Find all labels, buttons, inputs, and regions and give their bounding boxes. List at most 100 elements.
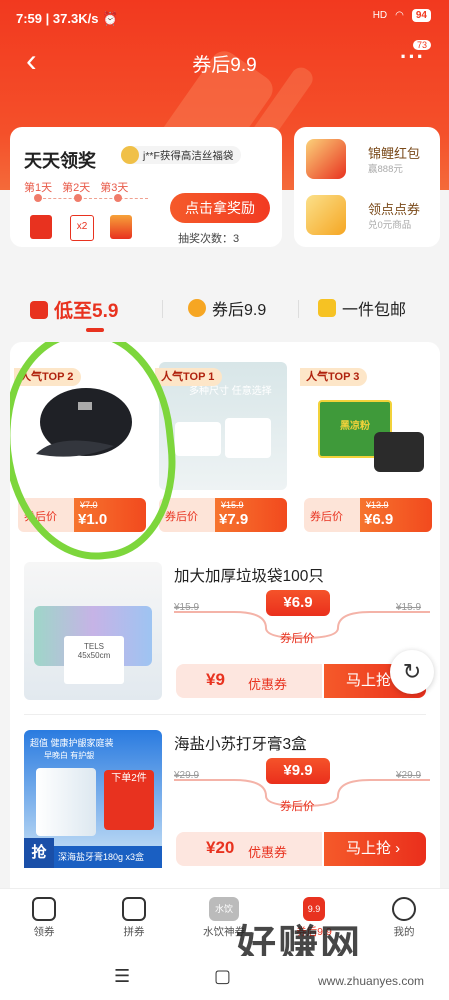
tissue-pack — [175, 422, 221, 456]
progress-dot — [114, 194, 122, 202]
coupon-amount: ¥9 — [206, 670, 225, 689]
rank-badge: 人气TOP 3 — [300, 368, 368, 386]
nav-item-coupons[interactable]: 领券 — [4, 897, 84, 939]
tab-divider — [162, 300, 163, 318]
watermark-url: www.zhuanyes.com — [318, 974, 425, 988]
coupon-ticket-icon — [306, 195, 346, 235]
draw-count: 抽奖次数：3 — [178, 233, 240, 245]
coupon-amount: ¥20 — [206, 838, 235, 857]
price-label: 券后价 — [280, 801, 315, 813]
coupon-icon — [32, 897, 56, 921]
coupon-label: 优惠券 — [248, 677, 288, 692]
promo-badge: 下单2件 — [104, 770, 154, 830]
product-name: 加大加厚垃圾袋100只 — [174, 568, 324, 585]
coupon-tag[interactable]: ¥9 优惠券 — [176, 664, 322, 698]
current-price: ¥6.9 — [364, 511, 394, 528]
current-price: ¥6.9 — [266, 590, 330, 616]
bottom-nav: 领券 拼券 水饮 水饮神券 9.9 券后9.9 我的 — [0, 888, 449, 957]
rank-badge: 人气TOP 1 — [155, 368, 223, 386]
nav-item-group-coupons[interactable]: 拼券 — [94, 897, 174, 939]
day-label: 第2天 — [62, 182, 91, 194]
coupon-tag[interactable]: ¥20 优惠券 — [176, 832, 322, 866]
current-price: ¥9.9 — [266, 758, 330, 784]
profile-icon — [392, 897, 416, 921]
koi-red-packet-icon — [306, 139, 346, 179]
status-bar: 7:59 | 37.3K/s ⏰ HD ◠ 94 — [0, 0, 449, 36]
side-subtitle: 赢888元 — [368, 164, 403, 175]
system-nav-bar: ☰ ▢ www.zhuanyes.com — [0, 956, 449, 1000]
original-price: ¥15.9 — [396, 602, 422, 613]
signal-icon: HD — [372, 10, 388, 21]
multiplier-icon: x2 — [70, 215, 94, 241]
price-label: 券后价 — [165, 511, 198, 523]
notification-badge: 73 — [412, 40, 431, 50]
product-name: 海盐小苏打牙膏3盒 — [174, 736, 307, 753]
day-labels: 第1天 第2天 第3天 — [24, 179, 128, 195]
side-title: 领点点券 — [368, 202, 421, 217]
claim-reward-button[interactable]: 点击拿奖励 — [170, 193, 270, 223]
side-promo-card: 锦鲤红包 赢888元 领点点券 兑0元商品 — [294, 127, 440, 247]
grab-tag: 抢 — [24, 838, 54, 868]
battery-icon: 94 — [411, 9, 431, 22]
status-time: 7:59 | 37.3K/s ⏰ — [16, 11, 119, 26]
top-item-card[interactable]: 黑凉粉 人气TOP 3 券后价 ¥13.9 ¥6.9 — [300, 356, 436, 536]
home-icon[interactable]: ▢ — [214, 966, 231, 987]
tab-after-coupon[interactable]: 券后9.9 — [188, 296, 266, 320]
flame-icon — [188, 299, 206, 317]
drink-icon: 水饮 — [209, 897, 239, 921]
avatar — [121, 146, 139, 164]
tab-divider — [298, 300, 299, 318]
daily-lottery-card[interactable]: 天天领奖 j**F获得高洁丝福袋 第1天 第2天 第3天 x2 点击拿奖励 抽奖… — [10, 127, 282, 247]
price-label: 券后价 — [280, 633, 315, 645]
product-feed: 人气TOP 2 券后价 ¥7.0 ¥1.0 多种尺寸 任意选择 人气TOP 1 … — [10, 342, 440, 902]
flag-icon — [318, 299, 336, 317]
menu-icon[interactable]: ☰ — [114, 966, 130, 987]
top-item-card[interactable]: 多种尺寸 任意选择 人气TOP 1 券后价 ¥15.9 ¥7.9 — [155, 356, 291, 536]
product-row[interactable]: TELS 45x50cm 加大加厚垃圾袋100只 ¥15.9 ¥15.9 ¥6.9… — [10, 552, 440, 712]
day-label: 第3天 — [100, 182, 129, 194]
tab-low-price[interactable]: 低至5.9 — [30, 296, 118, 323]
tissue-pack — [225, 418, 271, 458]
side-title: 锦鲤红包 — [368, 146, 421, 161]
product-image: 超值 健康护龈家庭装 早晚白 有护龈 下单2件 深海盐牙膏180g x3盒 抢 — [24, 730, 162, 868]
day-label: 第1天 — [24, 182, 53, 194]
tab-free-shipping[interactable]: 一件包邮 — [318, 296, 406, 320]
gift-box-icon — [110, 215, 132, 239]
image-subtitle: 早晚白 有护龈 — [44, 751, 95, 760]
winner-ticker: j**F获得高洁丝福袋 — [121, 146, 242, 164]
original-price: ¥13.9 — [366, 500, 389, 510]
product-row[interactable]: 超值 健康护龈家庭装 早晚白 有护龈 下单2件 深海盐牙膏180g x3盒 抢 … — [10, 720, 440, 880]
image-banner: 超值 健康护龈家庭装 — [30, 738, 114, 748]
group-coupon-icon — [122, 897, 146, 921]
active-tab-indicator — [86, 328, 104, 332]
koi-red-packet-entry[interactable]: 锦鲤红包 赢888元 — [306, 135, 436, 185]
wifi-icon: ◠ — [395, 10, 404, 21]
side-subtitle: 兑0元商品 — [368, 220, 412, 231]
toothpaste-tubes — [36, 768, 96, 836]
product-image: TELS 45x50cm — [24, 562, 162, 700]
lottery-title: 天天领奖 — [24, 151, 96, 171]
category-tabs: 低至5.9 券后9.9 一件包邮 — [10, 286, 440, 336]
red-envelope-icon — [30, 215, 52, 239]
price-box: 券后价 ¥13.9 ¥6.9 — [304, 498, 432, 532]
truck-icon — [30, 300, 48, 319]
refresh-icon[interactable]: ↻ — [390, 650, 434, 694]
price-label: 券后价 — [310, 511, 343, 523]
progress-dot — [34, 194, 42, 202]
original-price: ¥29.9 — [396, 770, 422, 781]
top-nav: ‹ 券后9.9 ··· 73 — [0, 40, 449, 82]
points-coupon-entry[interactable]: 领点点券 兑0元商品 — [306, 191, 436, 241]
original-price: ¥29.9 — [174, 770, 200, 781]
status-icons: HD ◠ 94 — [373, 9, 431, 22]
progress-line — [38, 198, 148, 201]
row-divider — [24, 714, 426, 715]
package-label: TELS 45x50cm — [64, 636, 124, 684]
nav-item-profile[interactable]: 我的 — [364, 897, 444, 939]
grass-jelly — [374, 432, 424, 472]
page-title: 券后9.9 — [192, 55, 257, 76]
current-price: ¥7.9 — [219, 511, 249, 528]
original-price: ¥15.9 — [174, 602, 200, 613]
buy-now-button[interactable]: 马上抢 › — [324, 832, 426, 866]
original-price: ¥15.9 — [221, 500, 244, 510]
price-box: 券后价 ¥15.9 ¥7.9 — [159, 498, 287, 532]
